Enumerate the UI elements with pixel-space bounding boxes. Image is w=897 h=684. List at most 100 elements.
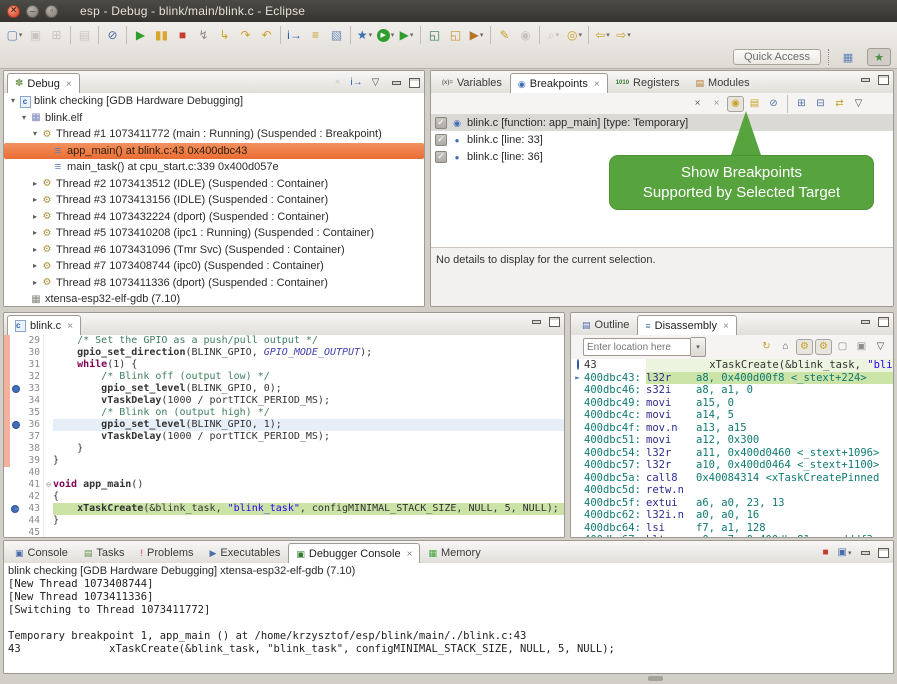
editor-line[interactable]: 34 vTaskDelay(1000 / portTICK_PERIOD_MS)…	[4, 395, 564, 407]
tab-registers[interactable]: 1010Registers	[608, 72, 688, 93]
step-over-button[interactable]: ↷	[235, 25, 256, 45]
run-menu-button[interactable]: ▶▾	[375, 25, 396, 45]
tab-console[interactable]: ▣Console	[7, 542, 76, 563]
editor-line[interactable]: 32 /* Blink off (output low) */	[4, 371, 564, 383]
annotation-nav-button[interactable]: ◎▾	[564, 25, 585, 45]
close-tab-icon[interactable]	[66, 78, 72, 90]
window-maximize-button[interactable]	[45, 5, 58, 18]
new-cpp-project-button[interactable]: ◱	[424, 25, 445, 45]
disassembly-listing[interactable]: 43 xTaskCreate(&blink_task, "blink_tas►4…	[571, 359, 893, 537]
tab-modules[interactable]: ▤Modules	[688, 72, 758, 93]
editor-line[interactable]: 37 vTaskDelay(1000 / portTICK_PERIOD_MS)…	[4, 431, 564, 443]
twisty-icon[interactable]: ▾	[8, 93, 18, 110]
editor-line[interactable]: ►43 xTaskCreate(&blink_task, "blink_task…	[4, 503, 564, 515]
pin-view-button[interactable]: ▣	[853, 339, 870, 355]
debug-tree-item[interactable]: ▸Thread #7 1073408744 (ipc0) (Suspended …	[4, 258, 424, 275]
drop-to-frame-button[interactable]: ≡	[305, 25, 326, 45]
location-input[interactable]	[583, 338, 691, 356]
disassembly-row[interactable]: 400dbc4c:movia14, 5	[571, 409, 893, 422]
window-minimize-button[interactable]	[26, 5, 39, 18]
search-button[interactable]: ⌕▾	[543, 25, 564, 45]
editor-line[interactable]: 29 /* Set the GPIO as a push/pull output…	[4, 335, 564, 347]
tab-problems[interactable]: !Problems	[133, 542, 202, 563]
editor-line[interactable]: 31 while(1) {	[4, 359, 564, 371]
resume-button[interactable]: ▶	[130, 25, 151, 45]
instruction-stepping-button[interactable]: i→	[284, 25, 305, 45]
twisty-icon[interactable]: ▸	[30, 176, 40, 193]
code-editor[interactable]: 29 /* Set the GPIO as a push/pull output…	[4, 335, 564, 537]
chevron-down-icon[interactable]: ▾	[691, 337, 706, 357]
twisty-icon[interactable]: ▸	[30, 225, 40, 242]
save-all-button[interactable]: ⊞	[46, 25, 67, 45]
disassembly-row[interactable]: ►400dbc43:l32ra8, 0x400d00f8 <_stext+224…	[571, 372, 893, 385]
disassembly-row[interactable]: 400dbc5d:retw.n	[571, 484, 893, 497]
disassembly-row[interactable]: 400dbc5f:extuia6, a0, 23, 13	[571, 497, 893, 510]
breakpoint-item[interactable]: ✓blink.c [line: 33]	[431, 131, 893, 148]
debug-tree-item[interactable]: ▸Thread #8 1073411336 (dport) (Suspended…	[4, 275, 424, 292]
editor-line[interactable]: 40	[4, 467, 564, 479]
close-tab-icon[interactable]	[723, 320, 729, 332]
twisty-icon[interactable]: ▸	[30, 192, 40, 209]
disassembly-row[interactable]: 400dbc67:blta0, a7, 0x400dbc81 <__adddf3…	[571, 534, 893, 537]
terminate-button[interactable]: ■	[172, 25, 193, 45]
tab-memory[interactable]: ▦Memory	[420, 542, 488, 563]
use-step-filters-button[interactable]: ▧	[326, 25, 347, 45]
debug-tree-item[interactable]: app_main() at blink.c:43 0x400dbc43	[4, 143, 424, 160]
save-button[interactable]: ▣	[25, 25, 46, 45]
remove-all-terminated-button[interactable]: ×	[329, 75, 346, 91]
skip-all-breakpoints-toggle[interactable]: ⊘	[765, 96, 782, 112]
breakpoint-icon[interactable]	[12, 421, 20, 429]
tab-disassembly[interactable]: ≡Disassembly	[637, 315, 736, 336]
suspend-button[interactable]: ▮▮	[151, 25, 172, 45]
maximize-icon[interactable]	[878, 548, 889, 558]
tab-debugger-console[interactable]: ▣Debugger Console	[288, 543, 420, 564]
link-with-debug-button[interactable]: ⇄	[831, 96, 848, 112]
checkbox-icon[interactable]: ✓	[435, 151, 447, 163]
tab-executables[interactable]: ▶Executables	[202, 542, 289, 563]
twisty-icon[interactable]: ▸	[30, 209, 40, 226]
editor-line[interactable]: 35 /* Blink on (output high) */	[4, 407, 564, 419]
maximize-icon[interactable]	[409, 78, 420, 88]
display-console-button[interactable]: ▣▾	[836, 545, 853, 561]
debug-tree-item[interactable]: ▸Thread #3 1073413156 (IDLE) (Suspended …	[4, 192, 424, 209]
back-button[interactable]: ⇦▾	[592, 25, 613, 45]
build-button[interactable]: ▤	[74, 25, 95, 45]
debug-tree-item[interactable]: ▸Thread #6 1073431096 (Tmr Svc) (Suspend…	[4, 242, 424, 259]
minimize-icon[interactable]	[391, 78, 402, 88]
twisty-icon[interactable]: ▸	[30, 275, 40, 292]
disassembly-row[interactable]: 400dbc54:l32ra11, 0x400d0460 <_stext+109…	[571, 447, 893, 460]
twisty-icon[interactable]: ▾	[30, 126, 40, 143]
quick-access-button[interactable]: Quick Access	[733, 49, 821, 65]
disassembly-row[interactable]: 400dbc62:l32i.na0, a0, 16	[571, 509, 893, 522]
fold-icon[interactable]: ⊖	[43, 479, 53, 491]
disassembly-row[interactable]: 400dbc4f:mov.na13, a15	[571, 422, 893, 435]
refresh-button[interactable]: ↻	[758, 339, 775, 355]
instruction-stepping-toggle[interactable]: i→	[348, 75, 365, 91]
open-new-view-button[interactable]: ▢	[834, 339, 851, 355]
debug-tree-item[interactable]: ▸Thread #4 1073432224 (dport) (Suspended…	[4, 209, 424, 226]
step-return-button[interactable]: ↶	[256, 25, 277, 45]
debug-tree-item[interactable]: ▾blink checking [GDB Hardware Debugging]	[4, 93, 424, 110]
minimize-icon[interactable]	[860, 317, 871, 327]
checkbox-icon[interactable]: ✓	[435, 117, 447, 129]
maximize-icon[interactable]	[878, 75, 889, 85]
breakpoint-item[interactable]: ✓blink.c [function: app_main] [type: Tem…	[431, 114, 893, 131]
view-menu-button[interactable]: ▽	[872, 339, 889, 355]
disassembly-row[interactable]: 400dbc57:l32ra10, 0x400d0464 <_stext+110…	[571, 459, 893, 472]
close-tab-icon[interactable]	[67, 320, 73, 332]
close-tab-icon[interactable]	[407, 548, 413, 560]
checkbox-icon[interactable]: ✓	[435, 134, 447, 146]
editor-line[interactable]: 44}	[4, 515, 564, 527]
disassembly-row[interactable]: 400dbc46:s32ia8, a1, 0	[571, 384, 893, 397]
track-expression-toggle[interactable]: ⚙	[815, 339, 832, 355]
debug-tree-item[interactable]: ▾Thread #1 1073411772 (main : Running) (…	[4, 126, 424, 143]
show-source-toggle[interactable]: ⚙	[796, 339, 813, 355]
remove-all-breakpoints-button[interactable]: ×	[708, 96, 725, 112]
debug-menu-button[interactable]: ★▾	[354, 25, 375, 45]
twisty-icon[interactable]: ▸	[30, 242, 40, 259]
tab-tasks[interactable]: ▤Tasks	[76, 542, 133, 563]
editor-line[interactable]: 33 gpio_set_level(BLINK_GPIO, 0);	[4, 383, 564, 395]
maximize-icon[interactable]	[549, 317, 560, 327]
disassembly-row[interactable]: 400dbc51:movia12, 0x300	[571, 434, 893, 447]
skip-all-breakpoints-button[interactable]: ⊘	[102, 25, 123, 45]
